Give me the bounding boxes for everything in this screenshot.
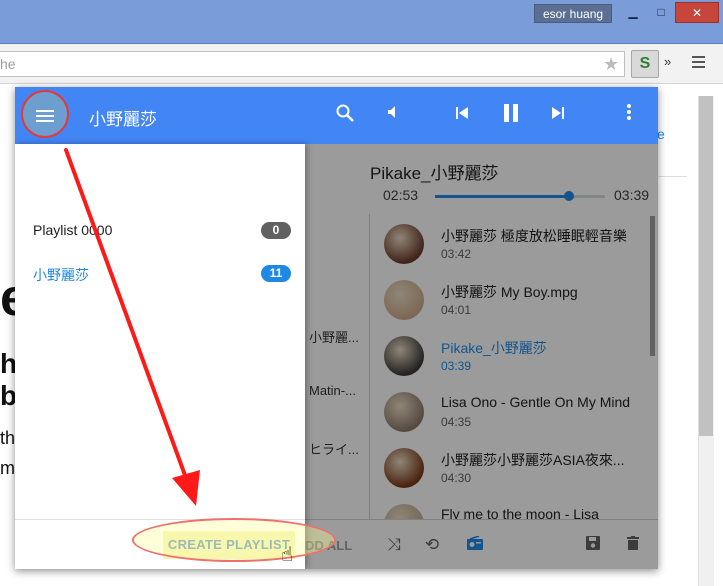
window-titlebar: esor huang ▁ □ ✕ [0,0,723,44]
next-track-icon[interactable] [546,103,570,127]
user-badge[interactable]: esor huang [534,4,613,23]
minimize-button[interactable]: ▁ [619,2,647,23]
playlist-drawer: Playlist 0000 0 小野麗莎 11 CREATE PLAYLIST [15,144,305,569]
search-icon[interactable] [333,103,357,127]
extension-icon[interactable]: S [631,50,659,78]
app-bar: 小野麗莎 [15,87,658,144]
maximize-button[interactable]: □ [647,2,675,23]
page-link-fragment[interactable]: e [657,126,665,142]
playlist-item[interactable]: Playlist 0000 0 [33,220,293,244]
music-player-popup: 小野麗莎 Pikake_小野麗莎 02:53 03:39 小野麗... Mati… [15,87,658,569]
page-scroll-thumb[interactable] [699,96,713,436]
menu-icon[interactable] [21,90,69,138]
playlist-count-badge: 11 [261,265,291,282]
previous-track-icon[interactable] [450,103,474,127]
scrim[interactable] [305,144,658,569]
bookmark-star-icon[interactable]: ★ [603,55,619,73]
more-vert-icon[interactable] [617,103,641,127]
hand-cursor-icon: ☝ [281,544,294,566]
volume-icon[interactable] [382,103,406,127]
pause-icon[interactable] [499,103,523,127]
playlist-item[interactable]: 小野麗莎 11 [33,263,293,287]
page-divider [657,176,687,177]
extensions-overflow-icon[interactable]: » [664,54,671,69]
app-title: 小野麗莎 [89,110,157,129]
playlist-label: Playlist 0000 [33,222,113,238]
address-bar[interactable]: he ★ [0,51,625,77]
highlight-ellipse [132,518,336,562]
playlist-label: 小野麗莎 [33,267,89,283]
playlist-count-badge: 0 [261,222,291,239]
address-text: he [0,56,16,72]
page-text-fragment: th [0,428,16,448]
browser-menu-icon[interactable] [688,53,708,73]
close-button[interactable]: ✕ [675,2,719,23]
browser-toolbar: he ★ S » [0,44,723,84]
